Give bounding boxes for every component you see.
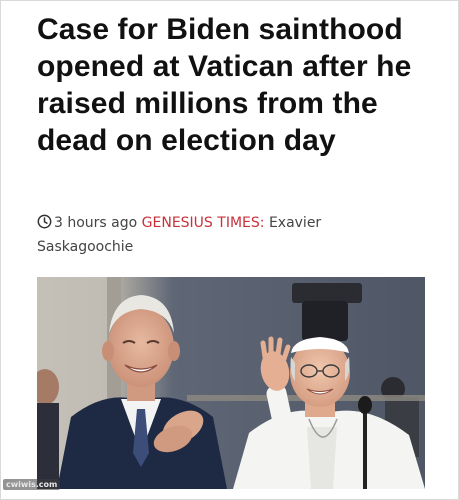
article-meta: 3 hours ago GENESIUS TIMES: Exavier Sask… [37,211,417,259]
article-time: 3 hours ago [54,215,138,231]
article-photo [37,277,425,489]
watermark-label: cwiwis.com [3,479,61,490]
article-card: Case for Biden sainthood opened at Vatic… [0,0,459,500]
article-headline: Case for Biden sainthood opened at Vatic… [37,13,412,157]
article-source[interactable]: GENESIUS TIMES: [142,215,265,231]
clock-icon [37,214,52,229]
